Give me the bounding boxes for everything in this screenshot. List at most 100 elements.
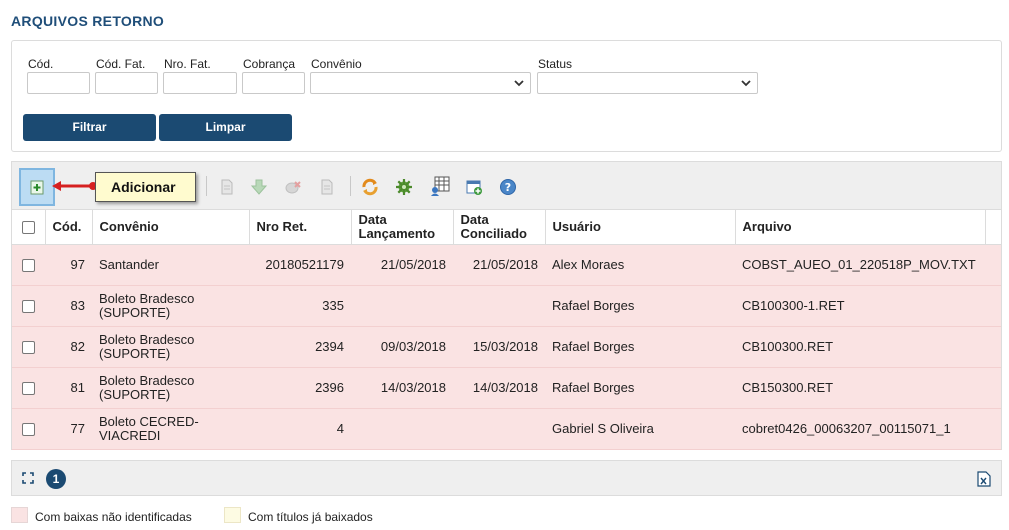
cell-convenio: Santander [92, 244, 249, 286]
page-number-current[interactable]: 1 [46, 469, 66, 489]
chevron-down-icon [741, 80, 751, 87]
cell-data-conciliado: 15/03/2018 [453, 326, 545, 368]
row-checkbox-cell [12, 326, 45, 368]
cell-data-lancamento: 21/05/2018 [351, 244, 453, 286]
row-checkbox[interactable] [22, 422, 35, 436]
toolbar-separator [350, 176, 351, 196]
column-header-spacer [985, 210, 1002, 245]
cobranca-label: Cobrança [243, 57, 296, 71]
refresh-icon[interactable] [361, 178, 379, 196]
cod-label: Cód. [28, 57, 54, 71]
cell-data-conciliado: 21/05/2018 [453, 244, 545, 286]
cell-arquivo: CB150300.RET [735, 367, 985, 409]
row-checkbox[interactable] [22, 340, 35, 354]
add-icon [30, 180, 44, 195]
column-header-data-conciliado[interactable]: Data Conciliado [453, 210, 546, 245]
window-add-icon[interactable] [465, 178, 483, 196]
table-row[interactable]: 77 Boleto CECRED-VIACREDI 4 Gabriel S Ol… [12, 408, 1001, 450]
cell-usuario: Rafael Borges [545, 367, 735, 409]
cod-fat-label: Cód. Fat. [96, 57, 146, 71]
table-row[interactable]: 97 Santander 20180521179 21/05/2018 21/0… [12, 244, 1001, 286]
cell-convenio: Boleto CECRED-VIACREDI [92, 408, 249, 450]
table-row[interactable]: 82 Boleto Bradesco (SUPORTE) 2394 09/03/… [12, 326, 1001, 368]
help-icon[interactable]: ? [499, 178, 517, 196]
cell-nro-ret: 20180521179 [249, 244, 351, 286]
page-icon[interactable] [318, 178, 336, 196]
column-header-cod[interactable]: Cód. [45, 210, 93, 245]
data-table: Cód. Convênio Nro Ret. Data Lançamento D… [12, 210, 1002, 450]
toolbar-separator [206, 176, 207, 196]
cell-arquivo: cobret0426_00063207_00115071_1 [735, 408, 985, 450]
cell-usuario: Gabriel S Oliveira [545, 408, 735, 450]
legend-item-ja-baixados: Com títulos já baixados [224, 507, 404, 524]
cell-arquivo: CB100300.RET [735, 326, 985, 368]
cell-spacer [985, 367, 1001, 409]
cell-spacer [985, 326, 1001, 368]
cell-nro-ret: 2394 [249, 326, 351, 368]
nro-fat-input[interactable] [163, 72, 237, 94]
table-row[interactable]: 81 Boleto Bradesco (SUPORTE) 2396 14/03/… [12, 367, 1001, 409]
row-checkbox[interactable] [22, 258, 35, 272]
cell-nro-ret: 335 [249, 285, 351, 327]
cell-nro-ret: 2396 [249, 367, 351, 409]
expand-icon[interactable] [22, 472, 34, 484]
cobranca-input[interactable] [242, 72, 305, 94]
row-checkbox-cell [12, 367, 45, 409]
limpar-button[interactable]: Limpar [159, 114, 292, 141]
column-header-arquivo[interactable]: Arquivo [735, 210, 986, 245]
select-all-checkbox[interactable] [22, 220, 35, 234]
filtrar-button[interactable]: Filtrar [23, 114, 156, 141]
cell-data-conciliado: 14/03/2018 [453, 367, 545, 409]
status-select[interactable] [537, 72, 758, 94]
legend-swatch [224, 507, 241, 523]
remove-icon[interactable] [284, 178, 302, 196]
select-all-header [12, 210, 46, 245]
cell-convenio: Boleto Bradesco (SUPORTE) [92, 326, 249, 368]
row-checkbox[interactable] [22, 381, 35, 395]
row-checkbox-cell [12, 285, 45, 327]
cod-fat-input[interactable] [95, 72, 158, 94]
cell-nro-ret: 4 [249, 408, 351, 450]
grid-footer: 1 [11, 460, 1002, 496]
legend-item-nao-identificadas: Com baixas não identificadas [11, 507, 221, 524]
cell-spacer [985, 285, 1001, 327]
row-checkbox-cell [12, 244, 45, 286]
cell-convenio: Boleto Bradesco (SUPORTE) [92, 367, 249, 409]
filter-panel: Cód. Cód. Fat. Nro. Fat. Cobrança Convên… [11, 40, 1002, 152]
cell-arquivo: COBST_AUEO_01_220518P_MOV.TXT [735, 244, 985, 286]
cell-cod: 81 [45, 367, 92, 409]
legend-label: Com títulos já baixados [248, 510, 373, 524]
convenio-label: Convênio [311, 57, 362, 71]
cell-spacer [985, 244, 1001, 286]
spreadsheet-icon[interactable] [429, 175, 451, 197]
cell-cod: 97 [45, 244, 92, 286]
row-checkbox-cell [12, 408, 45, 450]
add-tooltip: Adicionar [95, 172, 196, 202]
column-header-usuario[interactable]: Usuário [545, 210, 736, 245]
document-icon[interactable] [218, 178, 236, 196]
settings-icon[interactable] [395, 178, 413, 196]
chevron-down-icon [514, 80, 524, 87]
column-header-nro-ret[interactable]: Nro Ret. [249, 210, 352, 245]
status-label: Status [538, 57, 573, 71]
svg-text:?: ? [505, 181, 511, 194]
column-header-convenio[interactable]: Convênio [92, 210, 250, 245]
convenio-select[interactable] [310, 72, 531, 94]
cell-cod: 83 [45, 285, 92, 327]
export-excel-icon[interactable] [977, 471, 991, 487]
row-checkbox[interactable] [22, 299, 35, 313]
add-button[interactable] [19, 168, 55, 206]
callout-arrow-icon [52, 181, 96, 191]
table-row[interactable]: 83 Boleto Bradesco (SUPORTE) 335 Rafael … [12, 285, 1001, 327]
cell-usuario: Rafael Borges [545, 326, 735, 368]
cell-arquivo: CB100300-1.RET [735, 285, 985, 327]
cell-cod: 77 [45, 408, 92, 450]
data-grid: ? Cód. Convênio Nro Ret. Data Lançamento… [11, 161, 1002, 450]
download-arrow-icon[interactable] [250, 178, 268, 196]
column-header-data-lancamento[interactable]: Data Lançamento [351, 210, 454, 245]
cod-input[interactable] [27, 72, 90, 94]
page-title: ARQUIVOS RETORNO [11, 13, 165, 29]
cell-cod: 82 [45, 326, 92, 368]
cell-data-lancamento [351, 408, 453, 450]
cell-data-lancamento: 09/03/2018 [351, 326, 453, 368]
